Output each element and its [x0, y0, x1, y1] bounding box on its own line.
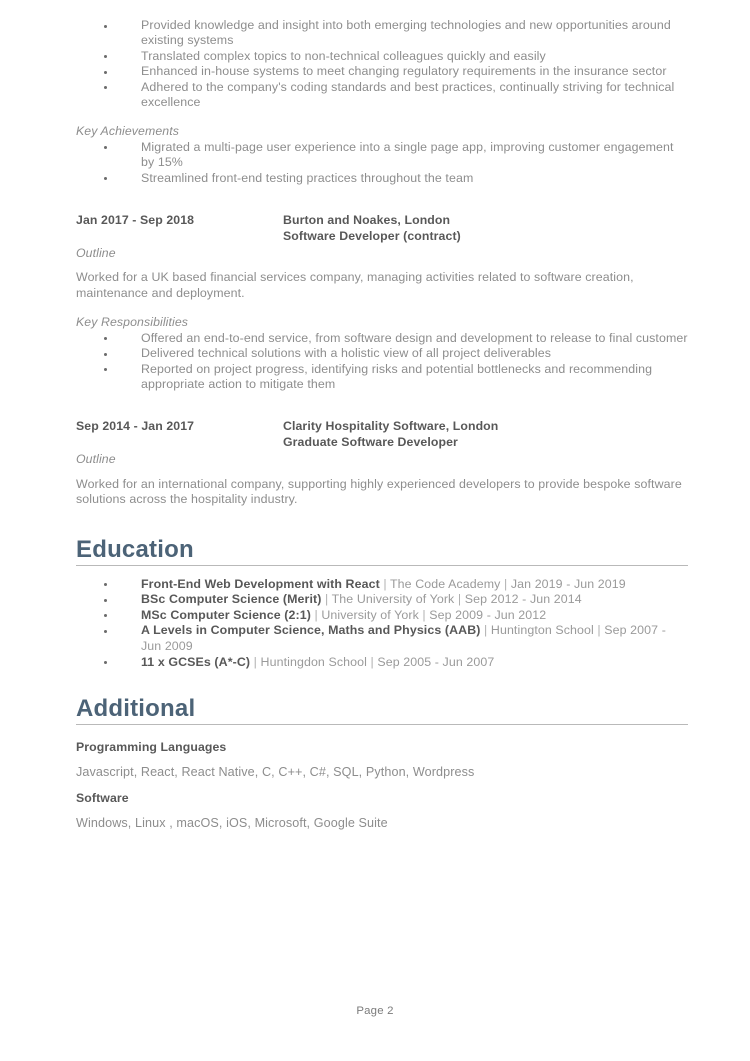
separator-icon: |	[484, 623, 488, 638]
experience-title: Software Developer (contract)	[283, 229, 461, 244]
experience-entry-header: Sep 2014 - Jan 2017 Clarity Hospitality …	[76, 418, 688, 450]
experience-company-role: Clarity Hospitality Software, London Gra…	[283, 418, 688, 450]
separator-icon: |	[253, 654, 257, 669]
separator-icon: |	[504, 576, 508, 591]
list-item: Delivered technical solutions with a hol…	[76, 346, 688, 361]
outline-text: Worked for a UK based financial services…	[76, 270, 634, 300]
education-list: Front-End Web Development with React | T…	[76, 577, 688, 671]
resume-page: Provided knowledge and insight into both…	[0, 0, 750, 1061]
outline-heading: Outline	[76, 246, 116, 261]
list-item: Offered an end-to-end service, from soft…	[76, 331, 688, 346]
separator-icon: |	[457, 592, 462, 607]
separator-icon: |	[314, 607, 318, 622]
education-qualification: MSc Computer Science (2:1)	[141, 607, 311, 622]
education-dates: Sep 2012 - Jun 2014	[464, 592, 582, 607]
additional-group-value: Windows, Linux , macOS, iOS, Microsoft, …	[76, 816, 388, 831]
experience-company: Clarity Hospitality Software, London	[283, 419, 499, 434]
education-institution: The University of York	[331, 592, 455, 607]
experience-company-role: Burton and Noakes, London Software Devel…	[283, 212, 688, 244]
additional-group-label: Software	[76, 791, 129, 806]
separator-icon: |	[597, 623, 601, 638]
separator-icon: |	[370, 654, 374, 669]
separator-icon: |	[324, 592, 329, 607]
list-item: A Levels in Computer Science, Maths and …	[76, 623, 688, 654]
list-item: 11 x GCSEs (A*-C) | Huntingdon School | …	[76, 655, 688, 671]
list-item: MSc Computer Science (2:1) | University …	[76, 608, 688, 624]
experience-company: Burton and Noakes, London	[283, 213, 451, 228]
list-item: Provided knowledge and insight into both…	[76, 18, 688, 49]
additional-group-label: Programming Languages	[76, 740, 227, 755]
section-heading-education: Education	[76, 536, 688, 566]
page-footer: Page 2	[356, 1005, 394, 1017]
continued-responsibilities-list: Provided knowledge and insight into both…	[76, 18, 688, 110]
list-item: Translated complex topics to non-technic…	[76, 49, 688, 64]
list-item: Streamlined front-end testing practices …	[76, 171, 688, 186]
list-item: Front-End Web Development with React | T…	[76, 577, 688, 593]
education-dates: Sep 2009 - Jun 2012	[429, 607, 547, 622]
experience-entry-header: Jan 2017 - Sep 2018 Burton and Noakes, L…	[76, 212, 688, 244]
key-responsibilities-heading: Key Responsibilities	[76, 315, 189, 330]
education-dates: Jan 2019 - Jun 2019	[510, 576, 626, 591]
education-institution: Huntingdon School	[260, 654, 367, 669]
education-institution: The Code Academy	[390, 576, 501, 591]
outline-heading: Outline	[76, 452, 116, 467]
experience-title: Graduate Software Developer	[283, 435, 458, 450]
list-item: Adhered to the company's coding standard…	[76, 80, 688, 111]
list-item: Migrated a multi-page user experience in…	[76, 140, 688, 171]
key-responsibilities-list: Offered an end-to-end service, from soft…	[76, 331, 688, 393]
list-item: Reported on project progress, identifyin…	[76, 362, 688, 393]
education-qualification: BSc Computer Science (Merit)	[141, 592, 322, 607]
education-institution: University of York	[321, 607, 419, 622]
education-dates: Sep 2005 - Jun 2007	[377, 654, 495, 669]
key-achievements-list: Migrated a multi-page user experience in…	[76, 140, 688, 186]
education-qualification: 11 x GCSEs (A*-C)	[141, 654, 251, 669]
list-item: Enhanced in-house systems to meet changi…	[76, 64, 688, 79]
education-qualification: A Levels in Computer Science, Maths and …	[141, 623, 481, 638]
separator-icon: |	[383, 576, 387, 591]
section-heading-additional: Additional	[76, 695, 688, 726]
experience-dates: Jan 2017 - Sep 2018	[76, 213, 195, 228]
experience-dates: Sep 2014 - Jan 2017	[76, 419, 195, 434]
list-item: BSc Computer Science (Merit) | The Unive…	[76, 592, 688, 608]
separator-icon: |	[422, 607, 426, 622]
outline-text: Worked for an international company, sup…	[76, 476, 682, 507]
additional-group-value: Javascript, React, React Native, C, C++,…	[76, 765, 475, 780]
key-achievements-heading: Key Achievements	[76, 124, 179, 139]
education-institution: Huntington School	[490, 623, 594, 638]
education-qualification: Front-End Web Development with React	[141, 576, 380, 591]
